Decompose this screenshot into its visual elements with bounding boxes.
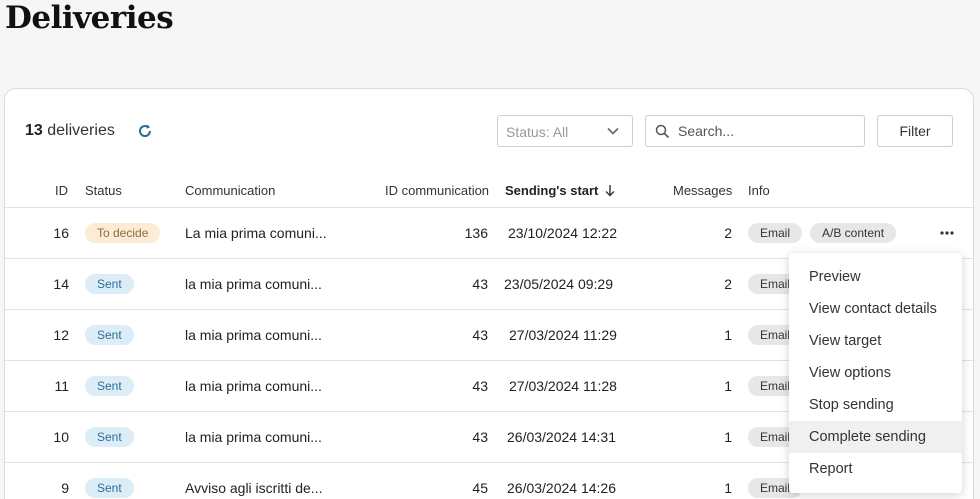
chevron-down-icon	[607, 127, 619, 135]
cell-sending-start: 23/05/2024 09:29	[504, 276, 613, 292]
cell-communication[interactable]: la mia prima comuni...	[185, 429, 322, 445]
cell-communication[interactable]: la mia prima comuni...	[185, 276, 322, 292]
menu-item-complete-sending[interactable]: Complete sending	[789, 421, 962, 453]
status-badge: Sent	[85, 427, 134, 447]
more-options-icon[interactable]	[939, 227, 955, 239]
status-select-value: Status: All	[506, 124, 569, 140]
cell-messages: 1	[724, 378, 732, 394]
cell-sending-start: 23/10/2024 12:22	[508, 225, 617, 241]
cell-communication[interactable]: la mia prima comuni...	[185, 378, 322, 394]
cell-communication[interactable]: Avviso agli iscritti de...	[185, 480, 322, 496]
cell-id-communication: 43	[472, 378, 488, 394]
cell-messages: 1	[724, 327, 732, 343]
filter-button[interactable]: Filter	[877, 115, 953, 147]
header-id[interactable]: ID	[55, 183, 68, 198]
cell-id: 11	[54, 378, 69, 394]
arrow-down-icon	[605, 185, 615, 197]
cell-id: 12	[53, 327, 69, 343]
cell-id-communication: 136	[464, 225, 488, 241]
menu-item-preview[interactable]: Preview	[789, 261, 962, 293]
status-select[interactable]: Status: All	[497, 115, 633, 147]
status-badge: To decide	[85, 223, 161, 243]
header-sending-start[interactable]: Sending's start	[505, 183, 616, 198]
refresh-icon[interactable]	[136, 122, 154, 140]
info-tag-ab-content: A/B content	[810, 223, 897, 243]
menu-item-view-options[interactable]: View options	[789, 357, 962, 389]
cell-messages: 1	[724, 480, 732, 496]
status-badge: Sent	[85, 325, 134, 345]
deliveries-count: 13 deliveries	[25, 122, 115, 140]
cell-messages: 2	[724, 276, 732, 292]
deliveries-count-number: 13	[25, 122, 43, 139]
page-title: Deliveries	[5, 0, 174, 36]
header-status[interactable]: Status	[85, 183, 122, 198]
table-row[interactable]: 16 To decide La mia prima comuni... 136 …	[5, 208, 973, 259]
header-id-communication[interactable]: ID communication	[385, 183, 489, 198]
cell-id: 14	[53, 276, 69, 292]
menu-item-stop-sending[interactable]: Stop sending	[789, 389, 962, 421]
header-sending-start-label: Sending's start	[505, 183, 599, 198]
menu-item-report[interactable]: Report	[789, 453, 962, 485]
cell-id-communication: 45	[472, 480, 488, 496]
menu-item-view-target[interactable]: View target	[789, 325, 962, 357]
deliveries-count-label: deliveries	[47, 122, 115, 139]
cell-sending-start: 26/03/2024 14:26	[507, 480, 616, 496]
header-communication[interactable]: Communication	[185, 183, 275, 198]
header-messages[interactable]: Messages	[673, 183, 732, 198]
cell-sending-start: 27/03/2024 11:29	[509, 327, 617, 343]
status-badge: Sent	[85, 274, 134, 294]
cell-messages: 2	[724, 225, 732, 241]
info-tag-email: Email	[748, 223, 803, 243]
cell-id-communication: 43	[472, 276, 488, 292]
header-info: Info	[748, 183, 770, 198]
search-box	[645, 115, 865, 147]
status-badge: Sent	[85, 376, 134, 396]
cell-messages: 1	[724, 429, 732, 445]
status-badge: Sent	[85, 478, 134, 498]
cell-id-communication: 43	[472, 429, 488, 445]
cell-id: 10	[53, 429, 69, 445]
row-context-menu: Preview View contact details View target…	[789, 253, 962, 493]
cell-communication[interactable]: La mia prima comuni...	[185, 225, 327, 241]
cell-communication[interactable]: la mia prima comuni...	[185, 327, 322, 343]
cell-id-communication: 43	[472, 327, 488, 343]
cell-sending-start: 26/03/2024 14:31	[507, 429, 616, 445]
search-icon	[655, 124, 670, 139]
toolbar: 13 deliveries Status: All Filter	[5, 89, 973, 175]
cell-sending-start: 27/03/2024 11:28	[509, 378, 617, 394]
table-header: ID Status Communication ID communication…	[5, 175, 973, 208]
cell-id: 9	[61, 480, 69, 496]
search-input[interactable]	[678, 121, 858, 141]
menu-item-view-contact-details[interactable]: View contact details	[789, 293, 962, 325]
cell-id: 16	[53, 225, 69, 241]
